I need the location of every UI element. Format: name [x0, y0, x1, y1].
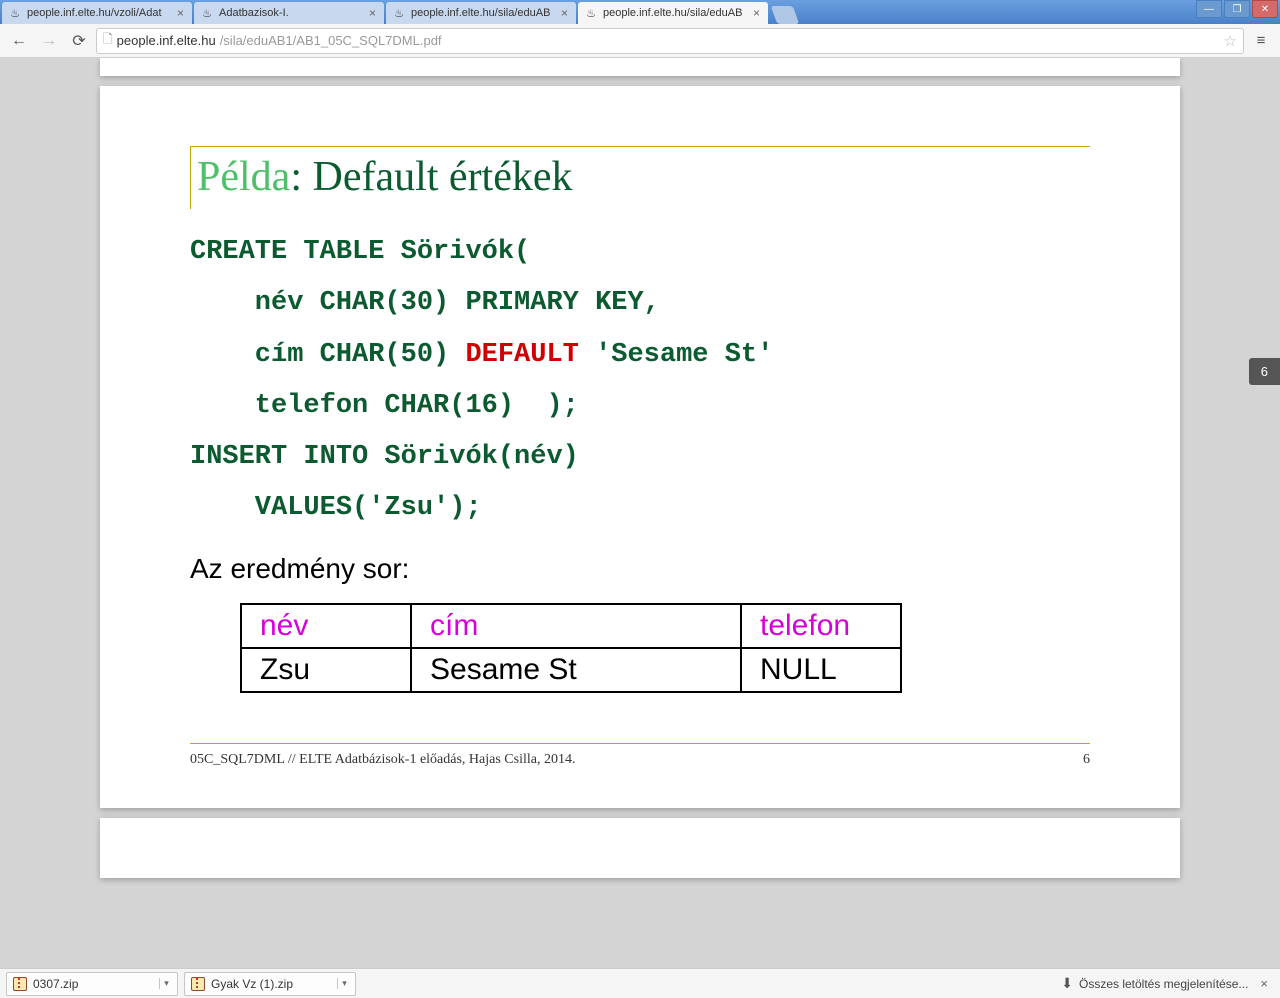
table-header-row: név cím telefon — [241, 604, 901, 648]
chrome-menu-button[interactable]: ≡ — [1248, 28, 1274, 54]
result-table: név cím telefon Zsu Sesame St NULL — [240, 603, 902, 693]
table-header: név — [241, 604, 411, 648]
downloads-right: ⬇ Összes letöltés megjelenítése... × — [1061, 975, 1274, 992]
tab-title: Adatbazisok-I. — [219, 7, 367, 19]
slide-title-frame: Példa: Default értékek — [190, 146, 1090, 209]
pdf-page: Példa: Default értékek CREATE TABLE Söri… — [100, 86, 1180, 808]
slide-footer: 05C_SQL7DML // ELTE Adatbázisok-1 előadá… — [190, 743, 1090, 768]
browser-tab-4[interactable]: ♨ people.inf.elte.hu/sila/eduAB × — [578, 2, 768, 24]
table-cell: Sesame St — [411, 648, 741, 692]
table-cell: NULL — [741, 648, 901, 692]
zip-icon — [191, 977, 205, 991]
tab-title: people.inf.elte.hu/sila/eduAB — [603, 7, 751, 19]
download-item[interactable]: Gyak Vz (1).zip ▾ — [184, 972, 356, 996]
code-line: név CHAR(30) PRIMARY KEY, — [190, 288, 660, 318]
window-controls: — ❐ ✕ — [1194, 0, 1280, 18]
code-line: INSERT INTO Sörivók(név) — [190, 442, 579, 472]
slide-title-part-b: Default értékek — [312, 154, 572, 200]
close-icon[interactable]: × — [367, 6, 378, 20]
reload-button[interactable]: ⟳ — [66, 28, 92, 54]
forward-button[interactable]: → — [36, 28, 62, 54]
minimize-button[interactable]: — — [1196, 0, 1222, 18]
table-cell: Zsu — [241, 648, 411, 692]
result-label: Az eredmény sor: — [190, 553, 1090, 585]
code-line: 'Sesame St' — [579, 340, 773, 370]
download-dropdown[interactable]: ▾ — [159, 978, 173, 989]
show-all-downloads-link[interactable]: Összes letöltés megjelenítése... — [1079, 977, 1248, 991]
code-line: cím CHAR(50) — [190, 340, 465, 370]
table-row: Zsu Sesame St NULL — [241, 648, 901, 692]
table-header: cím — [411, 604, 741, 648]
pdf-scroll: Példa: Default értékek CREATE TABLE Söri… — [0, 58, 1280, 888]
maximize-button[interactable]: ❐ — [1224, 0, 1250, 18]
tab-title: people.inf.elte.hu/vzoli/Adat — [27, 7, 175, 19]
footer-text: 05C_SQL7DML // ELTE Adatbázisok-1 előadá… — [190, 752, 575, 768]
sql-code-block: CREATE TABLE Sörivók( név CHAR(30) PRIMA… — [190, 227, 1090, 535]
code-line: telefon CHAR(16) ); — [190, 391, 579, 421]
java-icon: ♨ — [8, 6, 22, 20]
slide-title-sep: : — [290, 154, 312, 200]
tab-strip: ♨ people.inf.elte.hu/vzoli/Adat × ♨ Adat… — [0, 0, 1280, 24]
new-tab-button[interactable] — [771, 6, 800, 24]
zip-icon — [13, 977, 27, 991]
url-host: people.inf.elte.hu — [117, 33, 216, 48]
browser-tab-2[interactable]: ♨ Adatbazisok-I. × — [194, 2, 384, 24]
slide-title: Példa: Default értékek — [197, 153, 1090, 209]
pdf-viewport[interactable]: Példa: Default értékek CREATE TABLE Söri… — [0, 58, 1280, 968]
page-number-text: 6 — [1261, 364, 1268, 379]
slide-title-part-a: Példa — [197, 154, 290, 200]
download-filename: 0307.zip — [33, 977, 153, 991]
downloads-bar: 0307.zip ▾ Gyak Vz (1).zip ▾ ⬇ Összes le… — [0, 968, 1280, 998]
close-icon[interactable]: × — [559, 6, 570, 20]
code-keyword-default: DEFAULT — [465, 340, 578, 370]
close-icon[interactable]: × — [751, 6, 762, 20]
address-bar[interactable]: 🗋 people.inf.elte.hu/sila/eduAB1/AB1_05C… — [96, 28, 1244, 54]
java-icon: ♨ — [392, 6, 406, 20]
footer-page-number: 6 — [1083, 752, 1090, 768]
bookmark-star-icon[interactable]: ☆ — [1224, 32, 1237, 50]
pdf-page-next-peek — [100, 818, 1180, 878]
download-arrow-icon: ⬇ — [1061, 975, 1073, 992]
browser-tab-1[interactable]: ♨ people.inf.elte.hu/vzoli/Adat × — [2, 2, 192, 24]
page-number-bubble[interactable]: 6 — [1249, 358, 1280, 385]
page-icon: 🗋 — [103, 30, 113, 51]
toolbar: ← → ⟳ 🗋 people.inf.elte.hu/sila/eduAB1/A… — [0, 24, 1280, 58]
table-header: telefon — [741, 604, 901, 648]
browser-tab-3[interactable]: ♨ people.inf.elte.hu/sila/eduAB × — [386, 2, 576, 24]
download-item[interactable]: 0307.zip ▾ — [6, 972, 178, 996]
code-line: CREATE TABLE Sörivók( — [190, 237, 530, 267]
java-icon: ♨ — [200, 6, 214, 20]
tab-title: people.inf.elte.hu/sila/eduAB — [411, 7, 559, 19]
url-path: /sila/eduAB1/AB1_05C_SQL7DML.pdf — [220, 33, 442, 48]
pdf-page-prev-peek — [100, 58, 1180, 76]
code-line: VALUES('Zsu'); — [190, 493, 482, 523]
download-dropdown[interactable]: ▾ — [337, 978, 351, 989]
close-icon[interactable]: × — [175, 6, 186, 20]
java-icon: ♨ — [584, 6, 598, 20]
close-window-button[interactable]: ✕ — [1252, 0, 1278, 18]
close-downloads-bar[interactable]: × — [1254, 976, 1274, 991]
back-button[interactable]: ← — [6, 28, 32, 54]
download-filename: Gyak Vz (1).zip — [211, 977, 331, 991]
